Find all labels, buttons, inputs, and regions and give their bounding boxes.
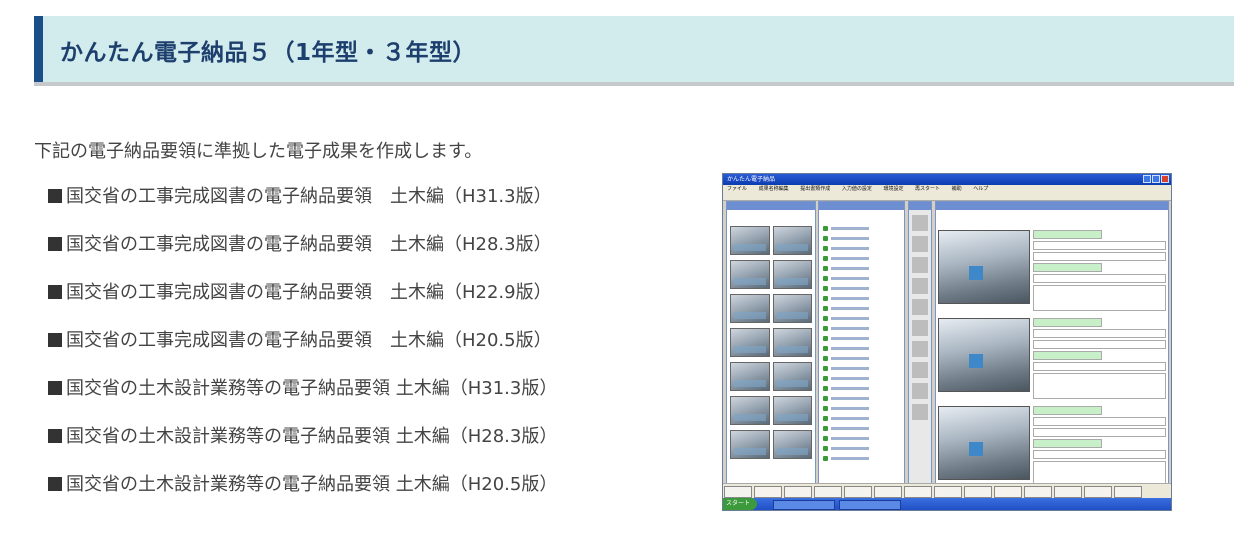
photo-thumbnail (772, 362, 812, 391)
start-button: スタート (723, 498, 757, 510)
close-icon (1161, 175, 1169, 183)
photo-thumbnail (730, 294, 770, 323)
photo-thumbnail (730, 430, 770, 459)
requirements-list: 国交省の工事完成図書の電子納品要領 土木編（H31.3版） 国交省の工事完成図書… (48, 183, 557, 519)
menu-item: ヘルプ (973, 186, 989, 192)
app-window-title: かんたん電子納品 (727, 176, 776, 183)
square-bullet-icon (48, 429, 62, 443)
photo-entry (938, 224, 1166, 311)
photo-thumbnail (772, 294, 812, 323)
list-item: 国交省の工事完成図書の電子納品要領 土木編（H28.3版） (48, 231, 557, 279)
list-item-label: 国交省の土木設計業務等の電子納品要領 土木編（H28.3版） (66, 426, 558, 447)
app-bottom-toolbar (723, 483, 1171, 498)
menu-item: 環境設定 (883, 186, 904, 192)
menu-item: ファイル (727, 186, 748, 192)
intro-text: 下記の電子納品要領に準拠した電子成果を作成します。 (34, 141, 483, 162)
list-item-label: 国交省の工事完成図書の電子納品要領 土木編（H31.3版） (66, 186, 552, 207)
preview-strip-pane (908, 201, 932, 484)
photo-thumbnail (772, 260, 812, 289)
app-menubar: ファイル 成果名称編集 提出書類作成 入力値の設定 環境設定 再スタート 補助 … (723, 185, 1171, 194)
photo-thumbnail (730, 362, 770, 391)
list-item: 国交省の工事完成図書の電子納品要領 土木編（H20.5版） (48, 327, 557, 375)
menu-item: 提出書類作成 (800, 186, 831, 192)
minimize-icon (1143, 175, 1151, 183)
section-header: かんたん電子納品５（1年型・３年型） (34, 16, 1234, 86)
photo-thumbnail (772, 226, 812, 255)
square-bullet-icon (48, 237, 62, 251)
list-item: 国交省の土木設計業務等の電子納品要領 土木編（H28.3版） (48, 423, 557, 471)
list-item-label: 国交省の工事完成図書の電子納品要領 土木編（H20.5版） (66, 330, 552, 351)
app-toolbar (723, 194, 1171, 201)
list-item: 国交省の工事完成図書の電子納品要領 土木編（H22.9版） (48, 279, 557, 327)
folder-tree-pane (818, 201, 905, 484)
list-item: 国交省の土木設計業務等の電子納品要領 土木編（H20.5版） (48, 471, 557, 519)
list-item-label: 国交省の土木設計業務等の電子納品要領 土木編（H31.3版） (66, 378, 558, 399)
list-item-label: 国交省の土木設計業務等の電子納品要領 土木編（H20.5版） (66, 474, 558, 495)
construction-photo (938, 318, 1030, 392)
window-controls (1142, 175, 1169, 187)
photo-thumbnail (730, 328, 770, 357)
app-window-titlebar: かんたん電子納品 (723, 174, 1171, 185)
construction-photo (938, 406, 1030, 480)
page-title: かんたん電子納品５（1年型・３年型） (60, 40, 477, 66)
photo-entry (938, 400, 1166, 483)
list-item: 国交省の土木設計業務等の電子納品要領 土木編（H31.3版） (48, 375, 557, 423)
photo-thumbnail (730, 260, 770, 289)
list-item: 国交省の工事完成図書の電子納品要領 土木編（H31.3版） (48, 183, 557, 231)
photo-thumbnail (772, 396, 812, 425)
menu-item: 再スタート (915, 186, 941, 192)
header-accent-bar (34, 16, 43, 82)
menu-item: 補助 (951, 186, 962, 192)
photo-entry (938, 312, 1166, 399)
photo-detail-pane (935, 201, 1169, 484)
square-bullet-icon (48, 285, 62, 299)
os-taskbar: スタート (723, 498, 1171, 510)
square-bullet-icon (48, 189, 62, 203)
app-screenshot: かんたん電子納品 ファイル 成果名称編集 提出書類作成 入力値の設定 環境設定 … (722, 173, 1172, 511)
square-bullet-icon (48, 381, 62, 395)
photo-thumbnail (772, 430, 812, 459)
maximize-icon (1152, 175, 1160, 183)
construction-photo (938, 230, 1030, 304)
square-bullet-icon (48, 477, 62, 491)
photo-thumbnail (772, 328, 812, 357)
photo-thumbnail-pane (726, 201, 816, 484)
photo-thumbnail (730, 396, 770, 425)
list-item-label: 国交省の工事完成図書の電子納品要領 土木編（H22.9版） (66, 282, 552, 303)
menu-item: 入力値の設定 (841, 186, 872, 192)
photo-thumbnail (730, 226, 770, 255)
menu-item: 成果名称編集 (758, 186, 789, 192)
square-bullet-icon (48, 333, 62, 347)
list-item-label: 国交省の工事完成図書の電子納品要領 土木編（H28.3版） (66, 234, 552, 255)
